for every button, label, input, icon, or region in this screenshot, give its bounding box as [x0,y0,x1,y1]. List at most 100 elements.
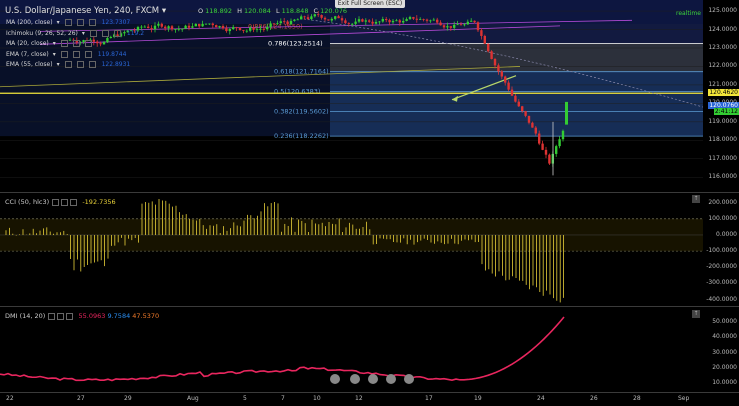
close-icon[interactable] [70,198,78,206]
candle-body [293,19,296,21]
chart-title[interactable]: U.S. Dollar/Japanese Yen, 240, FXCM ▾ [5,6,166,16]
candle-body [228,29,231,32]
candle-body [323,17,327,20]
indicator-label[interactable]: MA (20, close) [6,40,49,47]
candle-body [497,65,500,72]
indicator-legend-4[interactable]: EMA (55, close) ▾ 122.8931 [6,61,134,68]
close-icon[interactable] [84,40,92,47]
dmi-axis[interactable]: 50.0000 40.0000 30.0000 20.0000 10.0000 [703,307,739,392]
indicator-legend-1[interactable]: Ichimoku (9, 26, 52, 26) ▾ 119.2 [6,29,148,37]
candle-body [439,22,442,26]
settings-icon[interactable] [61,198,69,206]
candle-body [215,25,218,28]
close-icon[interactable] [88,19,96,26]
indicator-label[interactable]: MA (200, close) [6,19,53,26]
dmi-legend[interactable]: DMI (14, 20) 55.0963 9.7584 47.5370 [5,312,159,320]
candle-body [164,26,167,29]
fib-level-label: 0.382(119.5602) [274,108,329,116]
eye-icon[interactable] [48,312,56,320]
time-tick-label: 17 [425,395,433,402]
indicator-value: 119.2 [126,29,145,37]
candle-body [211,23,214,26]
ohlc-close-key: C [313,7,319,15]
candle-body [544,149,548,155]
candle-body [150,28,153,30]
candle-body [459,24,463,26]
close-icon[interactable] [84,50,92,58]
time-axis[interactable]: 22 27 29 Aug 5 7 10 12 17 19 24 26 28 Sep [0,392,739,406]
step-forward-icon[interactable] [386,374,396,384]
chevron-down-icon[interactable]: ▾ [53,51,56,58]
settings-icon[interactable] [101,29,109,37]
candle-body [398,20,401,23]
settings-icon[interactable] [72,50,80,58]
eye-icon[interactable] [52,198,60,206]
reset-icon[interactable] [368,374,378,384]
eye-icon[interactable] [64,19,72,26]
eye-icon[interactable] [89,29,97,37]
price-tick-label: 117.0000 [708,154,737,162]
indicator-label[interactable]: Ichimoku (9, 26, 52, 26) [6,30,78,37]
ohlc-close: 120.076 [320,7,347,15]
indicator-legend-2[interactable]: MA (20, close) ▾ [6,40,102,47]
dmi-tick-label: 20.0000 [712,363,737,371]
symbol-label[interactable]: U.S. Dollar/Japanese Yen, 240, FXCM [5,6,159,16]
close-icon[interactable] [113,29,121,37]
chevron-down-icon[interactable]: ▾ [82,30,85,37]
candle-body [235,27,238,28]
candle-body [419,19,422,21]
candle-body [385,18,388,21]
settings-icon[interactable] [72,40,80,47]
candle-body [504,76,507,83]
cci-label[interactable]: CCI (50, hlc3) [5,198,49,206]
settings-icon[interactable] [57,312,65,320]
indicator-label[interactable]: EMA (55, close) [6,61,53,68]
ohlc-open: 118.892 [205,7,233,15]
dmi-label[interactable]: DMI (14, 20) [5,312,45,320]
candle-body [218,26,221,28]
candle-body [480,30,483,36]
settings-icon[interactable] [76,61,84,68]
time-tick-label: 19 [474,395,482,402]
candle-body [249,27,252,31]
candle-body [548,154,551,164]
candle-body [232,27,235,30]
indicator-legend-0[interactable]: MA (200, close) ▾ 123.7307 [6,19,134,26]
candle-body [490,51,493,60]
cci-pane[interactable] [0,193,703,306]
price-axis[interactable]: 125.0000 124.0000 123.0000 122.0000 121.0000… [703,0,739,192]
jump-end-icon[interactable] [404,374,414,384]
eye-icon[interactable] [60,40,68,47]
step-back-icon[interactable] [350,374,360,384]
eye-icon[interactable] [64,61,72,68]
chevron-down-icon[interactable]: ▾ [162,6,166,16]
cci-chart[interactable] [0,193,703,306]
settings-icon[interactable] [76,19,84,26]
candle-body [279,21,282,24]
candle-body [449,26,452,28]
cci-value: -192.7356 [82,198,116,206]
pane-maximize-icon[interactable]: ↑ [692,195,700,203]
close-icon[interactable] [66,312,74,320]
candle-body [320,14,323,18]
candle-body [470,20,473,22]
candle-body [198,23,201,27]
cci-legend[interactable]: CCI (50, hlc3) -192.7356 [5,198,116,206]
close-icon[interactable] [88,61,96,68]
time-tick-label: Aug [187,395,199,402]
indicator-label[interactable]: EMA (7, close) [6,51,49,58]
jump-start-icon[interactable] [330,374,340,384]
cci-axis[interactable]: 200.0000 100.0000 0.0000 -100.0000 -200.0000… [703,193,739,306]
candle-body [286,21,289,25]
candle-body [334,16,337,19]
eye-icon[interactable] [60,50,68,58]
candle-body [170,26,174,30]
pane-maximize-icon[interactable]: ↑ [692,310,700,318]
chevron-down-icon[interactable]: ▾ [53,40,56,47]
chevron-down-icon[interactable]: ▾ [57,61,60,68]
indicator-legend-3[interactable]: EMA (7, close) ▾ 119.8744 [6,50,130,58]
candle-body [303,16,306,18]
cci-tick-label: 200.0000 [708,198,737,206]
candle-body [259,29,262,30]
chevron-down-icon[interactable]: ▾ [57,19,60,26]
